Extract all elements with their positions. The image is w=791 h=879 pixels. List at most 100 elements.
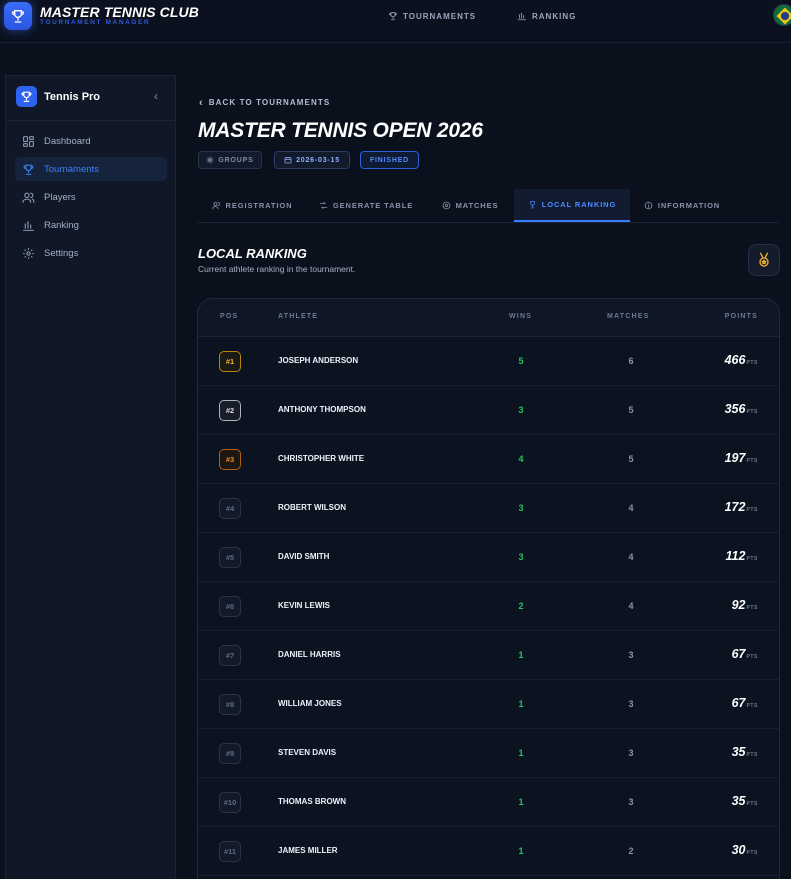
points-unit: PTS: [746, 507, 758, 513]
info-icon: [644, 201, 653, 210]
sidebar-item-label: Settings: [44, 247, 79, 259]
top-bar: MASTER TENNIS CLUB TOURNAMENT MANAGER TO…: [0, 0, 791, 43]
language-flag-button[interactable]: [773, 4, 791, 26]
trophy-logo-icon[interactable]: [4, 2, 32, 30]
snowflake-icon: [206, 156, 215, 164]
table-row[interactable]: #3 CHRISTOPHER WHITE 4 5 197 PTS: [198, 435, 779, 484]
position-badge: #10: [219, 792, 241, 813]
matches-value: 3: [628, 699, 634, 709]
tab-label: INFORMATION: [657, 201, 721, 210]
tab-matches[interactable]: MATCHES: [430, 189, 510, 222]
athlete-name: ANTHONY THOMPSON: [278, 405, 366, 414]
top-nav-ranking[interactable]: RANKING: [517, 10, 576, 22]
points-unit: PTS: [746, 752, 758, 758]
sidebar-item-dashboard[interactable]: Dashboard: [15, 129, 167, 153]
sidebar: Tennis Pro ‹ Dashboard Tournaments Playe…: [5, 75, 176, 879]
tab-label: GENERATE TABLE: [332, 201, 414, 210]
bar-chart-icon: [517, 12, 527, 21]
wins-value: 2: [518, 601, 524, 611]
sidebar-item-players[interactable]: Players: [15, 185, 167, 209]
points-value: 67: [731, 696, 746, 710]
points-value: 67: [731, 647, 746, 661]
athlete-name: JOSEPH ANDERSON: [278, 356, 359, 365]
tab-generate-table[interactable]: GENERATE TABLE: [310, 189, 422, 222]
medal-button[interactable]: [748, 244, 780, 276]
page-title: MASTER TENNIS OPEN 2026: [198, 119, 483, 142]
wins-value: 3: [518, 552, 524, 562]
matches-value: 6: [628, 356, 634, 366]
athlete-name: JAMES MILLER: [278, 846, 338, 855]
matches-value: 4: [628, 552, 634, 562]
matches-value: 5: [628, 405, 634, 415]
users-icon: [211, 202, 220, 210]
wins-value: 1: [518, 650, 524, 660]
matches-value: 4: [628, 503, 634, 513]
top-nav-label: TOURNAMENTS: [403, 11, 477, 21]
table-row[interactable]: #7 DANIEL HARRIS 1 3 67 PTS: [198, 631, 779, 680]
status-badge: FINISHED: [360, 151, 419, 169]
points-value: 172: [724, 500, 746, 514]
sidebar-item-label: Tournaments: [44, 163, 99, 175]
col-header-matches: MATCHES: [607, 313, 650, 320]
chevron-left-icon[interactable]: ‹: [150, 89, 162, 103]
position-badge: #7: [219, 645, 241, 666]
position-badge: #8: [219, 694, 241, 715]
points-unit: PTS: [746, 556, 758, 562]
sidebar-item-label: Players: [44, 191, 76, 203]
app-title: MASTER TENNIS CLUB: [40, 4, 199, 20]
app-subtitle: TOURNAMENT MANAGER: [40, 19, 151, 26]
points-cell: 35 PTS: [732, 794, 758, 808]
points-value: 112: [725, 549, 746, 563]
points-cell: 30 PTS: [732, 843, 758, 857]
points-unit: PTS: [746, 654, 758, 660]
position-badge: #4: [219, 498, 241, 519]
points-cell: 112 PTS: [726, 549, 758, 563]
flag-circle: [781, 12, 789, 20]
tab-registration[interactable]: REGISTRATION: [198, 189, 306, 222]
sidebar-item-tournaments[interactable]: Tournaments: [15, 157, 167, 181]
table-row[interactable]: #2 ANTHONY THOMPSON 3 5 356 PTS: [198, 386, 779, 435]
gear-icon: [23, 247, 34, 259]
athlete-name: DAVID SMITH: [278, 552, 330, 561]
matches-value: 3: [628, 748, 634, 758]
table-row[interactable]: #11 JAMES MILLER 1 2 30 PTS: [198, 827, 779, 876]
points-value: 356: [724, 402, 746, 416]
matches-value: 3: [628, 797, 634, 807]
wins-value: 3: [518, 503, 524, 513]
wins-value: 4: [518, 454, 524, 464]
back-to-tournaments-link[interactable]: ‹ BACK TO TOURNAMENTS: [199, 97, 330, 108]
table-row[interactable]: #1 JOSEPH ANDERSON 5 6 466 PTS: [198, 337, 779, 386]
table-row[interactable]: #8 WILLIAM JONES 1 3 67 PTS: [198, 680, 779, 729]
dashboard-icon: [23, 135, 34, 147]
sidebar-item-label: Ranking: [44, 219, 79, 231]
points-cell: 35 PTS: [732, 745, 758, 759]
tab-local-ranking[interactable]: LOCAL RANKING: [514, 189, 630, 222]
top-nav-tournaments[interactable]: TOURNAMENTS: [388, 10, 476, 22]
wins-value: 1: [518, 797, 524, 807]
bar-chart-icon: [23, 220, 34, 231]
sidebar-item-ranking[interactable]: Ranking: [15, 213, 167, 237]
sidebar-item-label: Dashboard: [44, 135, 91, 147]
points-unit: PTS: [746, 458, 758, 464]
tab-information[interactable]: INFORMATION: [634, 189, 730, 222]
table-row[interactable]: #6 KEVIN LEWIS 2 4 92 PTS: [198, 582, 779, 631]
points-cell: 197 PTS: [725, 451, 758, 465]
table-row[interactable]: #10 THOMAS BROWN 1 3 35 PTS: [198, 778, 779, 827]
table-row[interactable]: #9 STEVEN DAVIS 1 3 35 PTS: [198, 729, 779, 778]
matches-value: 3: [628, 650, 634, 660]
points-cell: 92 PTS: [732, 598, 758, 612]
sidebar-title: Tennis Pro: [44, 91, 101, 103]
table-row[interactable]: #5 DAVID SMITH 3 4 112 PTS: [198, 533, 779, 582]
points-value: 92: [731, 598, 746, 612]
matches-value: 5: [628, 454, 634, 464]
ranking-table: POS ATHLETE WINS MATCHES POINTS #1 JOSEPH…: [197, 298, 780, 879]
points-cell: 466 PTS: [725, 353, 758, 367]
matches-value: 2: [628, 846, 634, 856]
date-chip-label: 2026-03-15: [296, 156, 340, 164]
trophy-icon: [23, 164, 34, 175]
section-subtitle: Current athlete ranking in the tournamen…: [198, 264, 356, 274]
table-row[interactable]: #4 ROBERT WILSON 3 4 172 PTS: [198, 484, 779, 533]
points-unit: PTS: [746, 605, 758, 611]
sidebar-item-settings[interactable]: Settings: [15, 241, 167, 265]
points-value: 30: [731, 843, 746, 857]
